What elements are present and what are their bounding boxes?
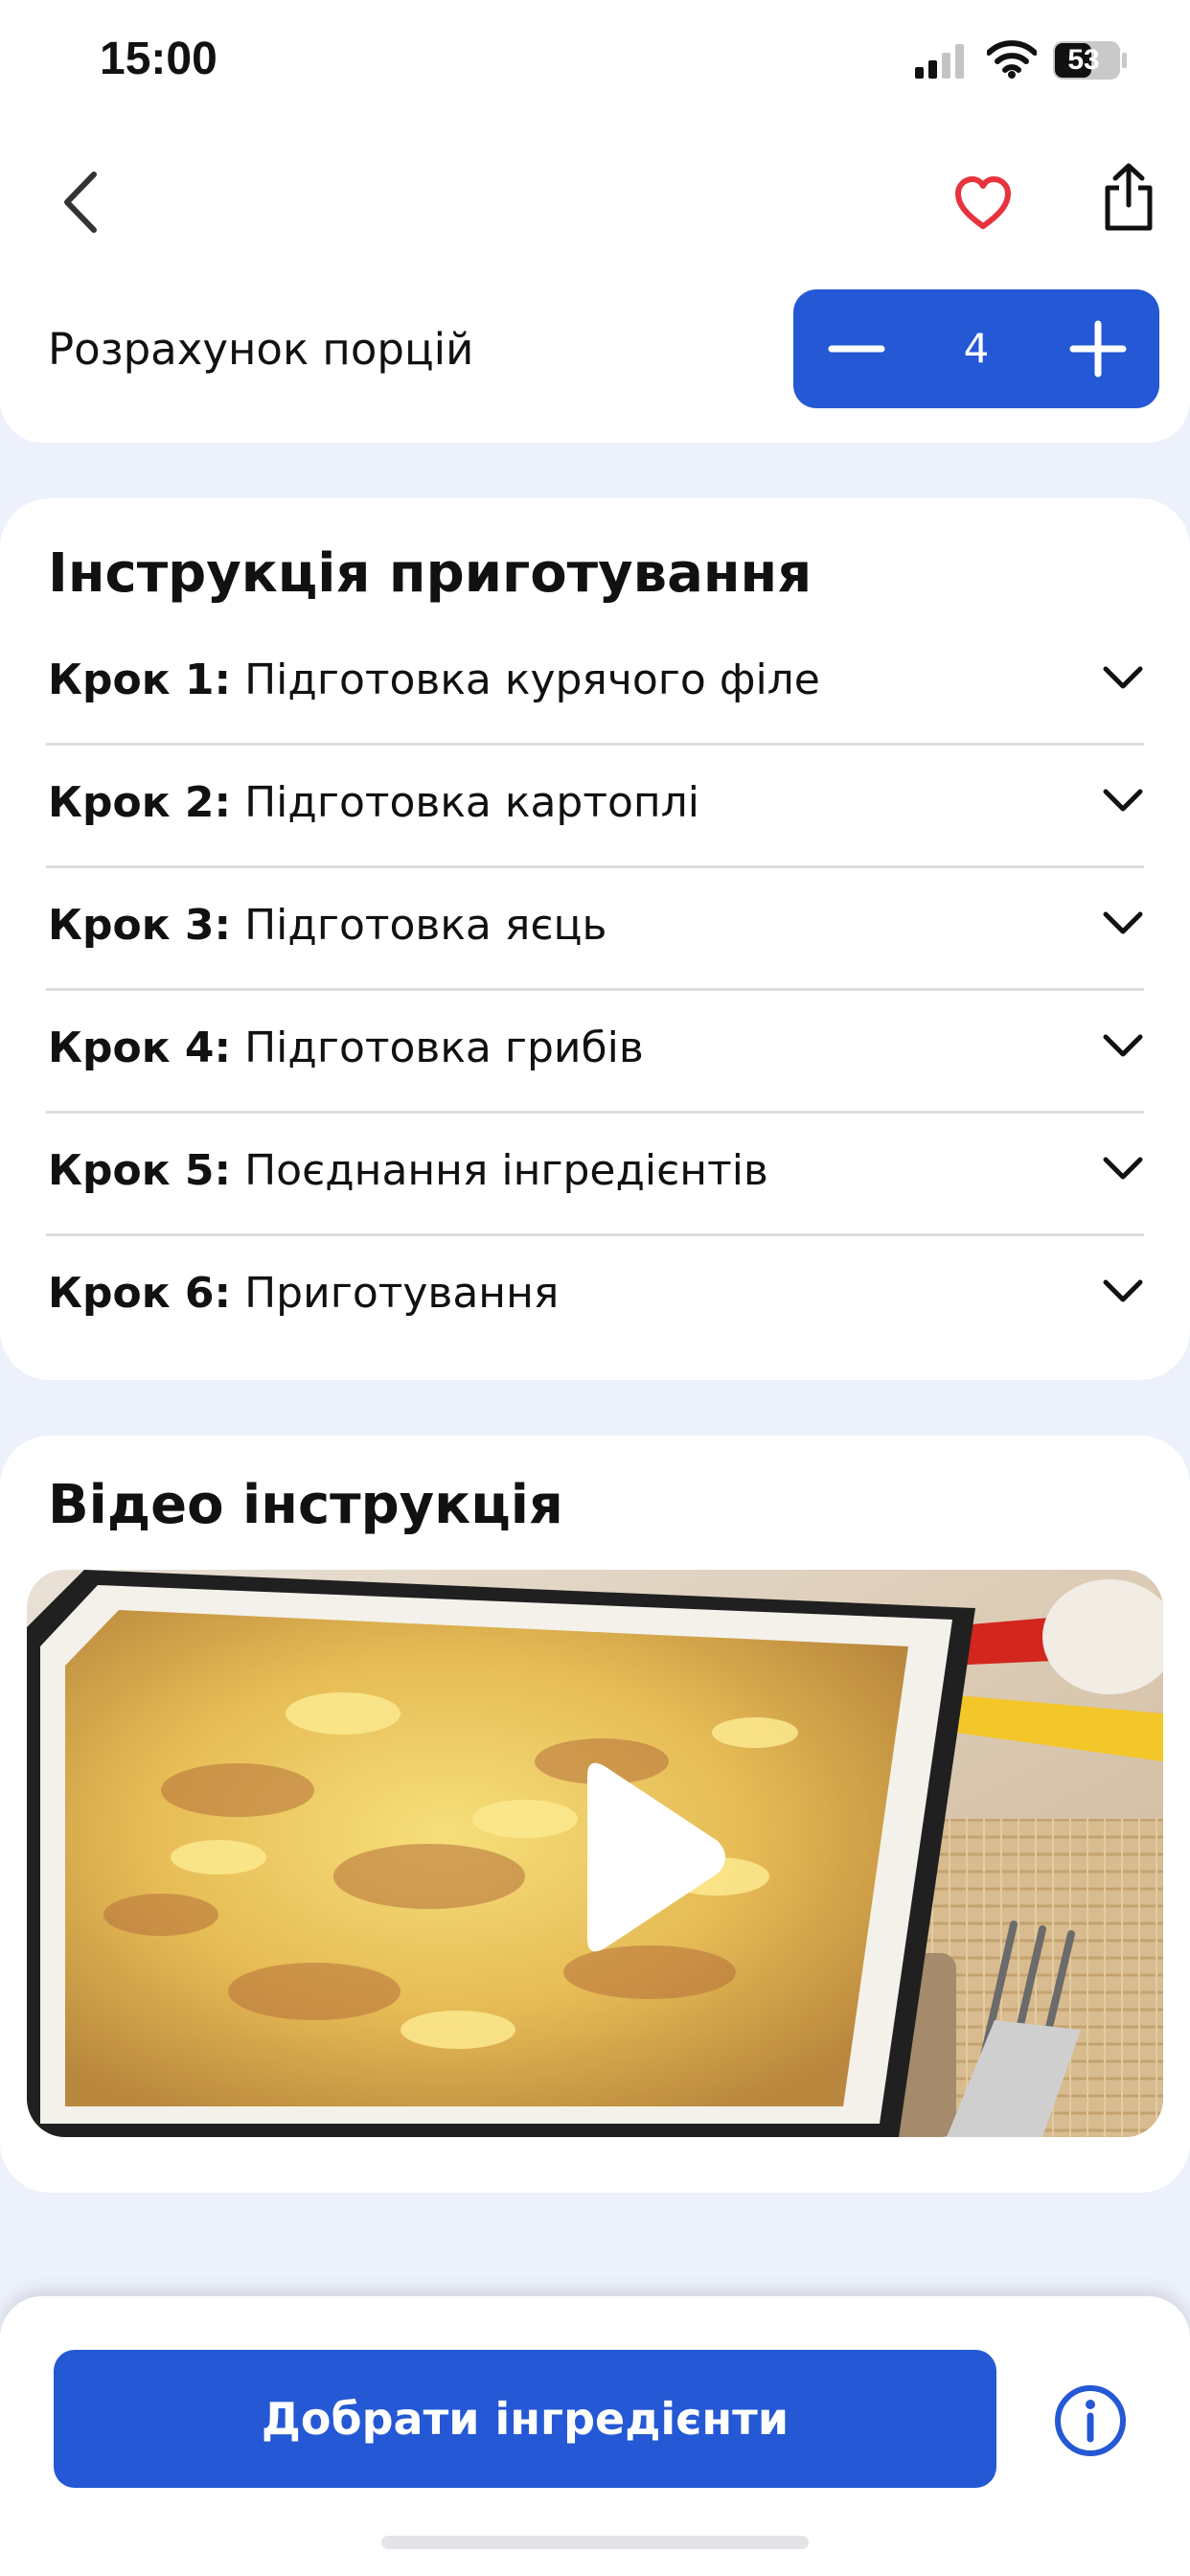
increase-portions-button[interactable] <box>1069 320 1127 378</box>
cellular-signal-icon <box>915 44 964 79</box>
step-number: Крок 3: <box>48 901 232 950</box>
wifi-icon <box>987 40 1037 79</box>
step-row-1[interactable]: Крок 1: Підготовка курячого філе <box>48 619 1144 742</box>
battery-level: 53 <box>1067 44 1100 76</box>
minus-icon <box>828 345 885 353</box>
step-row-4[interactable]: Крок 4: Підготовка грибів <box>48 987 1144 1110</box>
chevron-down-icon <box>1103 1034 1143 1057</box>
plus-icon <box>1069 320 1127 378</box>
chevron-down-icon <box>1103 666 1143 689</box>
video-thumbnail[interactable] <box>27 1570 1163 2137</box>
step-number: Крок 6: <box>48 1269 232 1318</box>
step-row-2[interactable]: Крок 2: Підготовка картоплі <box>48 742 1144 864</box>
step-title: Підготовка курячого філе <box>244 656 820 704</box>
step-title: Поєднання інгредієнтів <box>244 1146 768 1195</box>
step-title: Підготовка картоплі <box>244 778 700 827</box>
chevron-down-icon <box>1103 911 1143 934</box>
step-title: Підготовка грибів <box>244 1024 644 1072</box>
share-button[interactable] <box>1102 163 1156 232</box>
step-row-6[interactable]: Крок 6: Приготування <box>48 1232 1144 1355</box>
step-title: Приготування <box>244 1269 560 1318</box>
step-row-5[interactable]: Крок 5: Поєднання інгредієнтів <box>48 1110 1144 1232</box>
video-title: Відео інструкція <box>48 1474 563 1536</box>
portions-value: 4 <box>963 325 990 372</box>
decrease-portions-button[interactable] <box>828 320 885 378</box>
info-button[interactable] <box>1054 2384 1127 2457</box>
chevron-down-icon <box>1103 1157 1143 1180</box>
step-number: Крок 1: <box>48 656 232 704</box>
portions-stepper[interactable]: 4 <box>793 289 1159 408</box>
play-icon[interactable] <box>549 1757 731 1958</box>
info-icon <box>1055 2385 1126 2456</box>
share-icon <box>1105 163 1153 231</box>
step-number: Крок 5: <box>48 1146 232 1195</box>
heart-icon <box>955 176 1011 229</box>
chevron-down-icon <box>1103 789 1143 812</box>
favorite-button[interactable] <box>954 176 1012 230</box>
portions-label: Розрахунок порцій <box>48 324 474 375</box>
status-time: 15:00 <box>100 34 217 84</box>
step-row-3[interactable]: Крок 3: Підготовка яєць <box>48 864 1144 987</box>
status-bar: 15:00 53 <box>0 0 1190 125</box>
step-title: Підготовка яєць <box>244 901 607 950</box>
home-indicator <box>381 2536 809 2549</box>
back-button[interactable] <box>57 171 105 234</box>
add-ingredients-button[interactable]: Добрати інгредієнти <box>54 2350 996 2488</box>
instructions-title: Інструкція приготування <box>48 542 812 605</box>
step-number: Крок 2: <box>48 778 232 827</box>
chevron-left-icon <box>64 172 97 233</box>
step-number: Крок 4: <box>48 1024 232 1072</box>
chevron-down-icon <box>1103 1279 1143 1302</box>
